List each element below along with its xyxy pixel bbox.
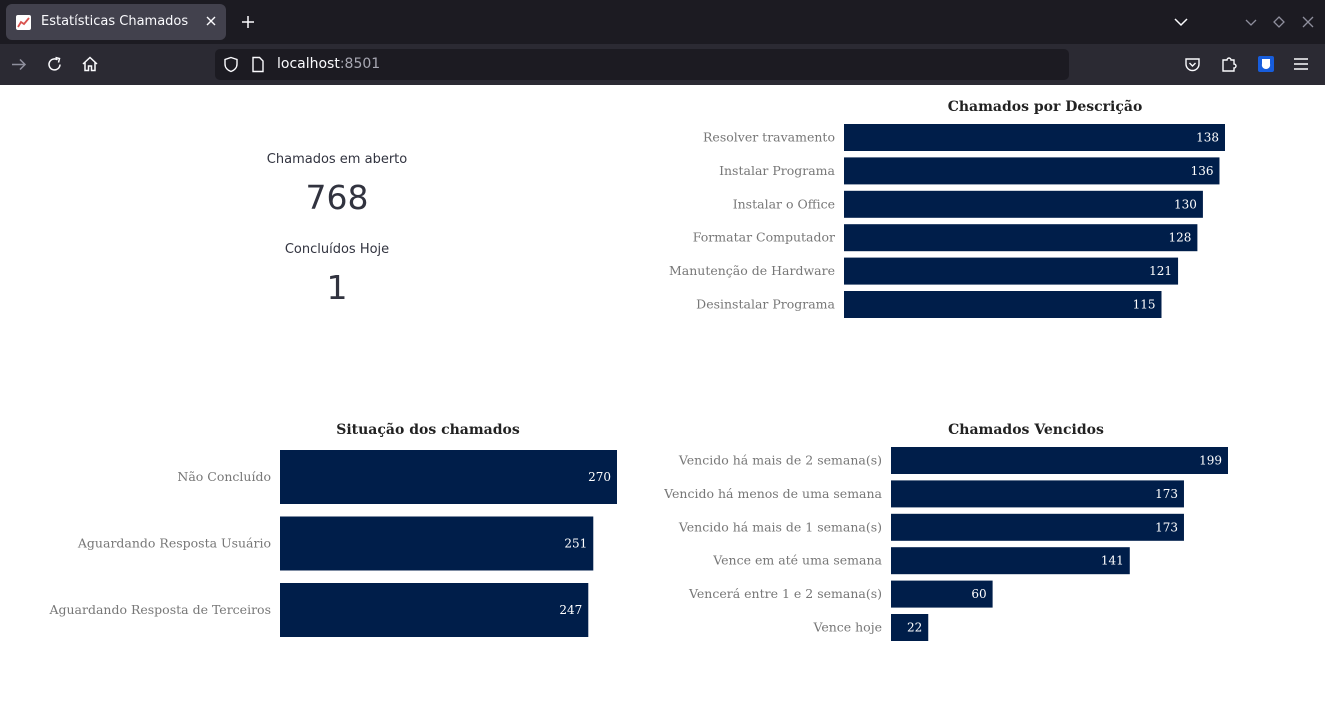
category-label-descricao-4: Manutenção de Hardware <box>669 263 835 278</box>
bar-situacao-2[interactable] <box>280 583 589 637</box>
browser-tab[interactable]: Estatísticas Chamados <box>6 4 226 40</box>
category-label-vencidos-1: Vencido há menos de uma semana <box>663 486 882 501</box>
value-label-vencidos-0: 199 <box>1199 454 1222 468</box>
category-label-vencidos-0: Vencido há mais de 2 semana(s) <box>678 453 882 468</box>
bar-vencidos-2[interactable] <box>891 513 1184 541</box>
bar-descricao-1[interactable] <box>844 157 1220 185</box>
category-label-situacao-1: Aguardando Resposta Usuário <box>77 536 271 551</box>
bar-descricao-0[interactable] <box>844 124 1225 151</box>
value-label-descricao-4: 121 <box>1149 264 1172 278</box>
bitwarden-shield-icon[interactable] <box>1257 55 1275 73</box>
category-label-vencidos-3: Vence em até uma semana <box>712 553 882 568</box>
url-text[interactable]: localhost:8501 <box>277 56 380 72</box>
value-label-descricao-0: 138 <box>1196 131 1219 145</box>
bar-vencidos-0[interactable] <box>891 447 1228 474</box>
chart-title-situacao: Situação dos chamados <box>336 421 520 438</box>
value-label-vencidos-3: 141 <box>1101 554 1124 568</box>
bar-vencidos-1[interactable] <box>891 480 1184 508</box>
bar-descricao-4[interactable] <box>844 257 1179 285</box>
chart-title-vencidos: Chamados Vencidos <box>948 422 1104 438</box>
category-label-descricao-3: Formatar Computador <box>693 230 835 245</box>
forward-arrow-icon[interactable] <box>10 56 27 73</box>
extensions-puzzle-icon[interactable] <box>1220 55 1238 73</box>
value-label-vencidos-1: 173 <box>1155 487 1178 501</box>
value-label-descricao-3: 128 <box>1168 231 1191 245</box>
bar-situacao-0[interactable] <box>280 450 617 504</box>
new-tab-icon[interactable] <box>240 14 256 30</box>
tab-title: Estatísticas Chamados <box>41 14 189 29</box>
category-label-vencidos-5: Vence hoje <box>812 620 882 635</box>
minimize-chevron-icon[interactable] <box>1245 16 1257 28</box>
value-label-descricao-2: 130 <box>1174 197 1197 211</box>
chart-situacao: Situação dos chamados Não Concluído 270 Agu… <box>48 421 617 637</box>
category-label-vencidos-2: Vencido há mais de 1 semana(s) <box>678 519 882 534</box>
category-label-descricao-0: Resolver travamento <box>703 130 835 145</box>
pocket-icon[interactable] <box>1184 56 1201 73</box>
chart-favicon-icon <box>16 15 31 30</box>
bar-descricao-5[interactable] <box>844 291 1162 318</box>
value-label-vencidos-5: 22 <box>907 621 922 635</box>
open-tickets-value: 768 <box>305 178 369 217</box>
page-document-icon[interactable] <box>251 56 265 73</box>
done-today-value: 1 <box>326 268 348 307</box>
list-tabs-chevron-icon[interactable] <box>1173 14 1189 30</box>
chart-descricao: Chamados por Descrição Resolver travament… <box>669 98 1225 318</box>
home-icon[interactable] <box>81 55 99 73</box>
maximize-diamond-icon[interactable] <box>1273 16 1285 28</box>
browser-tab-bar: Estatísticas Chamados <box>0 0 1325 44</box>
close-tab-icon[interactable] <box>204 14 218 28</box>
chart-title-descricao: Chamados por Descrição <box>948 98 1143 115</box>
category-label-situacao-2: Aguardando Resposta de Terceiros <box>48 602 271 617</box>
dashboard-content: Chamados em aberto 768 Concluídos Hoje 1… <box>0 85 1325 716</box>
hamburger-menu-icon[interactable] <box>1293 56 1309 72</box>
value-label-descricao-5: 115 <box>1133 298 1156 312</box>
bar-situacao-1[interactable] <box>280 516 594 571</box>
value-label-vencidos-4: 60 <box>971 587 986 601</box>
category-label-situacao-0: Não Concluído <box>177 469 271 484</box>
chart-vencidos: Chamados Vencidos Vencido há mais de 2 se… <box>663 422 1228 641</box>
reload-icon[interactable] <box>46 56 63 73</box>
done-today-label: Concluídos Hoje <box>284 242 390 257</box>
category-label-descricao-1: Instalar Programa <box>719 163 835 178</box>
url-host: localhost <box>277 56 340 72</box>
url-port: :8501 <box>339 56 381 72</box>
bar-vencidos-3[interactable] <box>891 547 1130 575</box>
open-tickets-label: Chamados em aberto <box>266 152 408 167</box>
value-label-situacao-0: 270 <box>588 470 611 484</box>
bar-descricao-2[interactable] <box>844 190 1203 218</box>
category-label-descricao-2: Instalar o Office <box>733 196 835 211</box>
category-label-descricao-5: Desinstalar Programa <box>696 297 835 312</box>
close-window-icon[interactable] <box>1302 16 1314 28</box>
bar-descricao-3[interactable] <box>844 224 1198 252</box>
value-label-vencidos-2: 173 <box>1155 520 1178 534</box>
value-label-situacao-2: 247 <box>559 603 582 617</box>
value-label-descricao-1: 136 <box>1191 164 1214 178</box>
category-label-vencidos-4: Vencerá entre 1 e 2 semana(s) <box>688 586 882 601</box>
tracking-shield-icon[interactable] <box>223 56 239 73</box>
value-label-situacao-1: 251 <box>564 537 587 551</box>
